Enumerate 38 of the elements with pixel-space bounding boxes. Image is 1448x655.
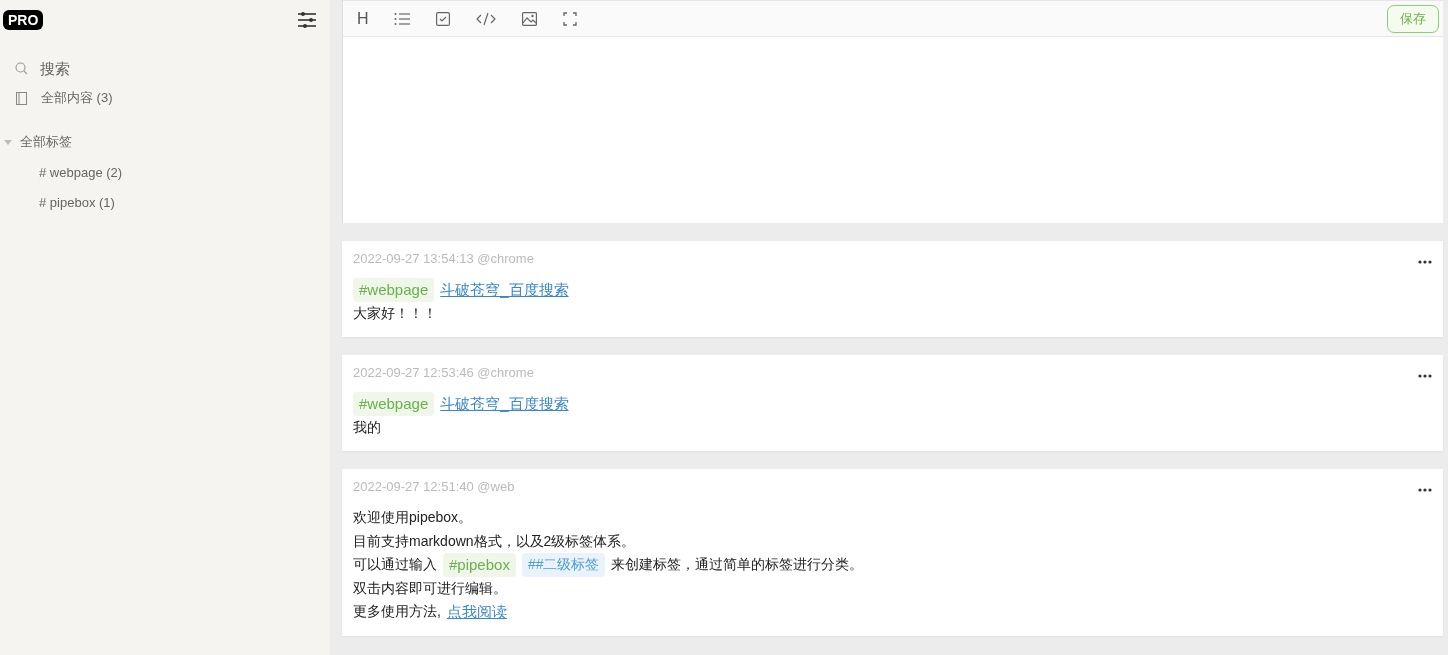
note-meta: 2022-09-27 12:51:40 @web <box>353 479 515 494</box>
note-meta: 2022-09-27 12:53:46 @chrome <box>353 365 534 380</box>
tag-item[interactable]: # webpage (2) <box>39 165 330 181</box>
search-icon <box>15 62 28 75</box>
note-text: 更多使用方法, <box>353 602 441 621</box>
settings-icon[interactable] <box>297 11 317 29</box>
note-text: 来创建标签，通过简单的标签进行分类。 <box>611 555 864 574</box>
code-icon[interactable] <box>475 11 496 26</box>
tag-chip[interactable]: #webpage <box>353 392 435 416</box>
subtag-chip[interactable]: ##二级标签 <box>521 553 606 577</box>
link[interactable]: 斗破苍穹_百度搜索 <box>440 278 569 302</box>
more-icon[interactable] <box>1418 487 1432 492</box>
notebook-icon <box>16 91 27 105</box>
note-text: 目前支持markdown格式，以及2级标签体系。 <box>353 531 636 551</box>
all-content-item[interactable]: 全部内容 (3) <box>16 89 330 107</box>
heading-tool[interactable]: H <box>357 9 369 28</box>
note-text: 可以通过输入 <box>353 555 437 574</box>
link[interactable]: 点我阅读 <box>446 600 507 624</box>
list-icon[interactable] <box>393 11 410 26</box>
more-icon[interactable] <box>1418 259 1432 264</box>
link[interactable]: 斗破苍穹_百度搜索 <box>440 392 569 416</box>
note-text: 双击内容即可进行编辑。 <box>353 578 507 598</box>
tag-chip[interactable]: #webpage <box>353 278 435 302</box>
note-text: 大家好！！！ <box>353 303 437 323</box>
fullscreen-icon[interactable] <box>562 11 577 26</box>
note-meta: 2022-09-27 13:54:13 @chrome <box>353 251 534 266</box>
tag-chip[interactable]: #pipebox <box>443 553 516 577</box>
more-icon[interactable] <box>1418 373 1432 378</box>
caret-icon <box>4 139 12 145</box>
note-text: 欢迎使用pipebox。 <box>353 508 473 527</box>
note-text: 我的 <box>353 417 381 437</box>
logo: PRO <box>3 10 44 30</box>
checkbox-icon[interactable] <box>435 11 450 26</box>
tags-group[interactable]: 全部标签 <box>4 133 330 151</box>
search-field[interactable]: 搜索 <box>40 60 240 77</box>
save-button[interactable]: 保存 <box>1387 4 1439 33</box>
tag-item[interactable]: # pipebox (1) <box>39 195 330 211</box>
image-icon[interactable] <box>521 11 537 26</box>
